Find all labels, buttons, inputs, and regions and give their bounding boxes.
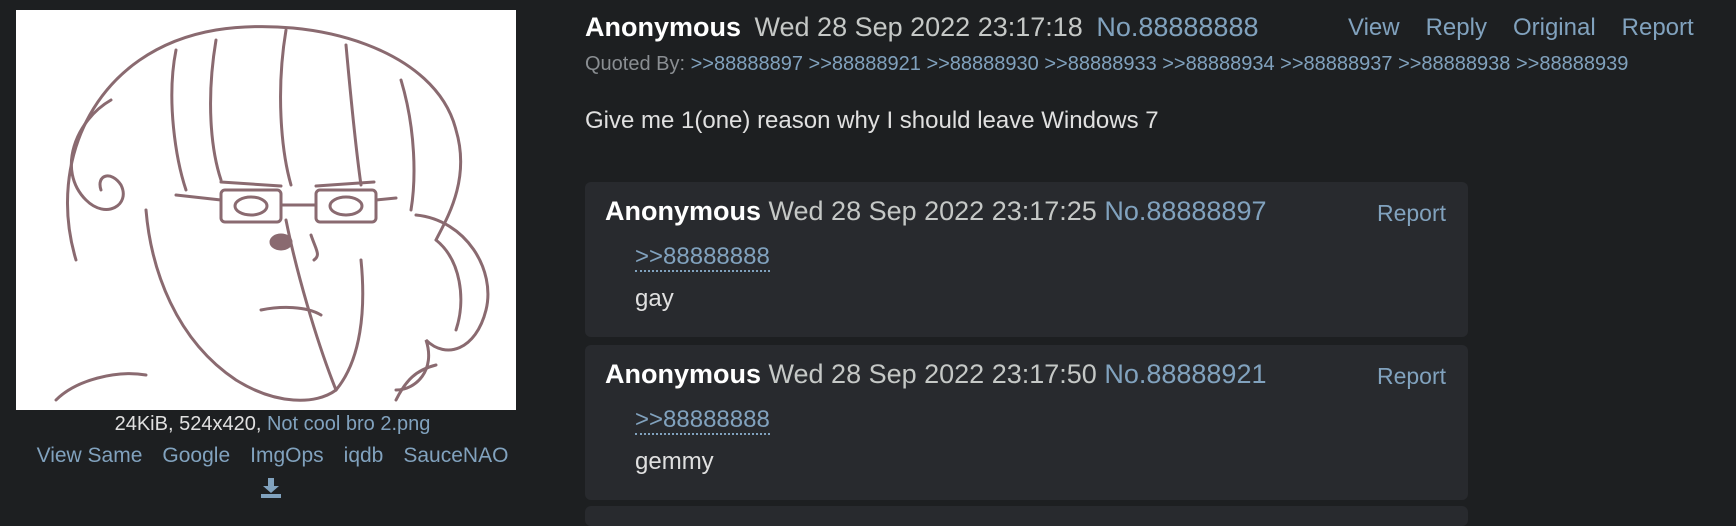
reply-header: Anonymous Wed 28 Sep 2022 23:17:50 No.88… (605, 359, 1266, 390)
original-button[interactable]: Original (1513, 14, 1596, 41)
reply-post-number[interactable]: No.88888921 (1104, 359, 1266, 389)
quoted-by-label: Quoted By: (585, 53, 686, 75)
quoted-by-link[interactable]: >>88888938 (1398, 53, 1510, 75)
op-post-header: Anonymous Wed 28 Sep 2022 23:17:18 No.88… (585, 12, 1258, 43)
quote-link[interactable]: >>88888888 (635, 407, 770, 435)
post-image[interactable] (16, 10, 516, 410)
reply-post-date: Wed 28 Sep 2022 23:17:25 (768, 196, 1097, 226)
file-size: 24KiB (114, 413, 168, 435)
op-post-date: Wed 28 Sep 2022 23:17:18 (754, 12, 1083, 42)
saucenao-link[interactable]: SauceNAO (403, 444, 508, 467)
quoted-by-link[interactable]: >>88888897 (691, 53, 803, 75)
reply-header: Anonymous Wed 28 Sep 2022 23:17:25 No.88… (605, 196, 1266, 227)
reply-post: Anonymous Wed 28 Sep 2022 23:17:25 No.88… (585, 182, 1468, 337)
reply-poster-name: Anonymous (605, 359, 762, 389)
file-info: 24KiB, 524x420, Not cool bro 2.png (114, 413, 431, 435)
quoted-by-link[interactable]: >>88888937 (1280, 53, 1392, 75)
reply-post: Anonymous Wed 28 Sep 2022 23:17:50 No.88… (585, 345, 1468, 500)
view-button[interactable]: View (1348, 14, 1400, 41)
reply-post-date: Wed 28 Sep 2022 23:17:50 (768, 359, 1097, 389)
quoted-by-link[interactable]: >>88888934 (1162, 53, 1274, 75)
file-dimensions: 524x420 (179, 413, 256, 435)
reply-text: gemmy (635, 448, 714, 475)
report-button[interactable]: Report (1622, 14, 1694, 41)
quoted-by-link[interactable]: >>88888939 (1516, 53, 1628, 75)
imgops-link[interactable]: ImgOps (250, 444, 324, 467)
reply-post (585, 506, 1468, 526)
reply-poster-name: Anonymous (605, 196, 762, 226)
reply-text: gay (635, 285, 674, 312)
image-search-links: View Same Google ImgOps iqdb SauceNAO (0, 444, 545, 468)
quoted-by-link[interactable]: >>88888921 (809, 53, 921, 75)
iqdb-link[interactable]: iqdb (344, 444, 384, 467)
quoted-by-list: Quoted By: >>88888897 >>88888921 >>88888… (585, 53, 1628, 76)
report-button[interactable]: Report (1377, 200, 1446, 227)
quoted-by-link[interactable]: >>88888930 (926, 53, 1038, 75)
op-actions: View Reply Original Report (1348, 14, 1720, 42)
op-post-text: Give me 1(one) reason why I should leave… (585, 107, 1159, 134)
quoted-by-link[interactable]: >>88888933 (1044, 53, 1156, 75)
report-button[interactable]: Report (1377, 363, 1446, 390)
file-name-link[interactable]: Not cool bro 2.png (267, 413, 430, 435)
op-poster-name: Anonymous (585, 12, 742, 42)
reply-button[interactable]: Reply (1426, 14, 1487, 41)
google-link[interactable]: Google (162, 444, 230, 467)
download-icon[interactable] (260, 478, 282, 498)
op-post-number[interactable]: No.88888888 (1096, 12, 1258, 42)
quote-link[interactable]: >>88888888 (635, 244, 770, 272)
view-same-link[interactable]: View Same (37, 444, 143, 467)
drawing-of-character (54, 25, 490, 402)
reply-post-number[interactable]: No.88888897 (1104, 196, 1266, 226)
